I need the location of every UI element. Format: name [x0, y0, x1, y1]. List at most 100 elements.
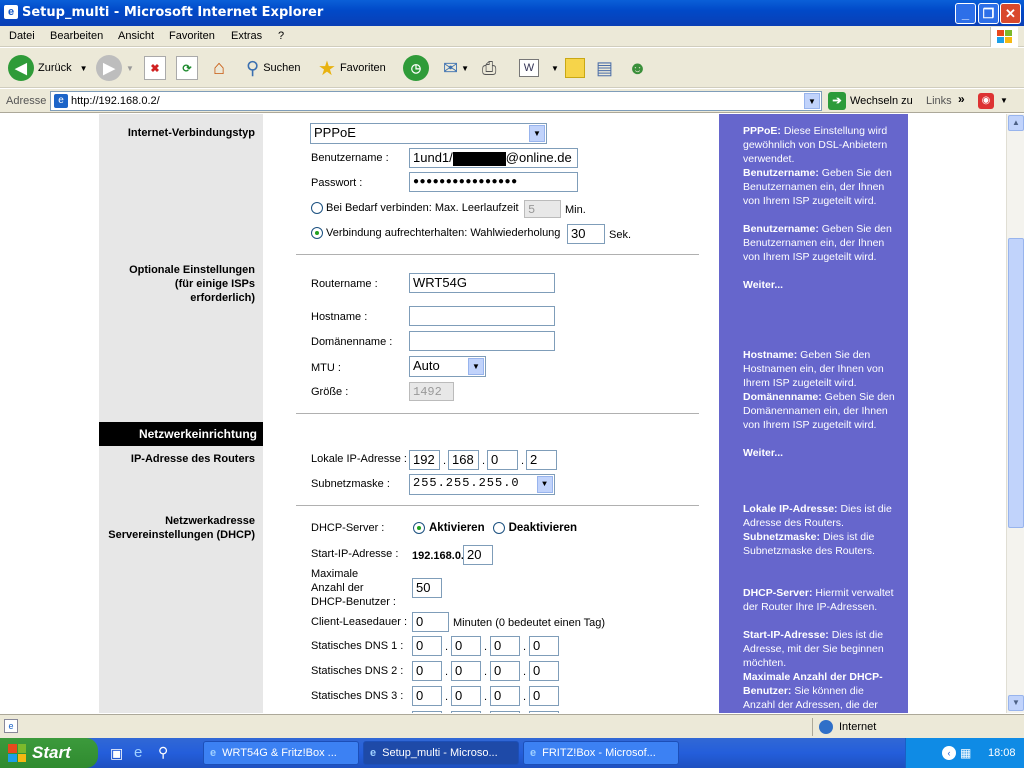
- content-right-margin: [699, 114, 719, 713]
- dot-sep: .: [443, 455, 447, 467]
- menu-favoriten[interactable]: Favoriten: [169, 30, 215, 42]
- back-button[interactable]: ◀ Zurück ▼: [8, 54, 88, 82]
- ondemand-radio[interactable]: [311, 202, 323, 214]
- dns1-octet-2[interactable]: 0: [451, 636, 481, 656]
- window-title: Setup_multi - Microsoft Internet Explore…: [22, 5, 324, 20]
- dhcp-label-2: Servereinstellungen (DHCP): [108, 529, 255, 541]
- menu-help[interactable]: ?: [278, 30, 284, 42]
- chevron-right-icon[interactable]: »: [958, 92, 965, 106]
- task-setup-multi[interactable]: e Setup_multi - Microso...: [363, 741, 519, 765]
- scroll-up-button[interactable]: ▲: [1008, 115, 1024, 131]
- history-button[interactable]: ◷: [403, 54, 429, 82]
- search-quicklaunch-icon[interactable]: ⚲: [158, 744, 168, 761]
- mtu-select[interactable]: Auto ▼: [409, 356, 486, 377]
- network-icon[interactable]: ▦: [960, 746, 971, 760]
- dhcp-disable-radio[interactable]: [492, 522, 505, 534]
- research-button[interactable]: ▤: [596, 54, 613, 82]
- desktop-icon[interactable]: ▣: [110, 745, 123, 762]
- domain-input[interactable]: [409, 331, 555, 351]
- address-dropdown-button[interactable]: ▼: [804, 93, 820, 109]
- go-button[interactable]: ➔ Wechseln zu: [828, 92, 913, 110]
- dhcp-enable-radio[interactable]: [413, 522, 425, 534]
- task-wrt54g[interactable]: e WRT54G & Fritz!Box ...: [203, 741, 359, 765]
- max-users-label-1: Maximale: [311, 568, 359, 580]
- notes-button[interactable]: [565, 54, 585, 82]
- hostname-label: Hostname :: [311, 311, 368, 323]
- connection-type-select[interactable]: PPPoE ▼: [310, 123, 547, 144]
- ip-octet-2[interactable]: 168: [448, 450, 479, 470]
- dns1-octet-1[interactable]: 0: [412, 636, 442, 656]
- dns3-octet-1[interactable]: 0: [412, 686, 442, 706]
- help-hostname: Hostname: Geben Sie den Hostnamen ein, d…: [743, 348, 897, 390]
- restore-button[interactable]: ❐: [978, 3, 999, 24]
- menu-bearbeiten[interactable]: Bearbeiten: [50, 30, 103, 42]
- dns1-octet-3[interactable]: 0: [490, 636, 520, 656]
- dns1-octet-4[interactable]: 0: [529, 636, 559, 656]
- menu-ansicht[interactable]: Ansicht: [118, 30, 154, 42]
- history-icon: ◷: [403, 55, 429, 81]
- system-tray: ‹ ▦ 18:08: [905, 738, 1024, 768]
- forward-button[interactable]: ▶ ▼: [96, 54, 134, 82]
- start-button[interactable]: Start: [0, 738, 98, 768]
- dns2-octet-2[interactable]: 0: [451, 661, 481, 681]
- username-input[interactable]: 1und1/ @online.de: [409, 148, 578, 168]
- edit-button[interactable]: W ▼: [519, 54, 559, 82]
- back-arrow-icon: ◀: [8, 55, 34, 81]
- help-more-link[interactable]: Weiter...: [743, 446, 897, 460]
- help-title: Benutzername:: [743, 223, 819, 235]
- dhcp-radio-group: Aktivieren Deaktivieren: [413, 522, 577, 534]
- refresh-button[interactable]: ⟳: [176, 54, 198, 82]
- scroll-down-button[interactable]: ▼: [1008, 695, 1024, 711]
- menu-extras[interactable]: Extras: [231, 30, 262, 42]
- subnet-select[interactable]: 255.255.255.0 ▼: [409, 474, 555, 495]
- mail-button[interactable]: ✉ ▼: [443, 54, 469, 82]
- partial-input[interactable]: [451, 711, 481, 713]
- chevron-down-icon[interactable]: ▼: [1000, 96, 1008, 105]
- ip-octet-1[interactable]: 192: [409, 450, 440, 470]
- dns3-octet-3[interactable]: 0: [490, 686, 520, 706]
- addon-icon[interactable]: ◉: [978, 93, 994, 109]
- ip-octet-3[interactable]: 0: [487, 450, 518, 470]
- password-input[interactable]: ●●●●●●●●●●●●●●●●: [409, 172, 578, 192]
- redial-input[interactable]: 30: [567, 224, 605, 244]
- favorites-button[interactable]: ★ Favoriten: [318, 54, 386, 82]
- partial-input[interactable]: [529, 711, 559, 713]
- address-input[interactable]: e http://192.168.0.2/ ▼: [50, 91, 822, 111]
- ip-octet-4[interactable]: 2: [526, 450, 557, 470]
- links-label[interactable]: Links: [926, 95, 952, 107]
- dns2-octet-3[interactable]: 0: [490, 661, 520, 681]
- task-fritzbox[interactable]: e FRITZ!Box - Microsof...: [523, 741, 679, 765]
- start-ip-input[interactable]: 20: [463, 545, 493, 565]
- close-button[interactable]: ✕: [1000, 3, 1021, 24]
- menu-datei[interactable]: Datei: [9, 30, 35, 42]
- address-label: Adresse: [6, 95, 47, 107]
- routername-input[interactable]: WRT54G: [409, 273, 555, 293]
- chevron-left-icon[interactable]: ‹: [942, 746, 956, 760]
- left-label-column: Internet-Verbindungstyp Optionale Einste…: [99, 114, 263, 713]
- dns2-octet-1[interactable]: 0: [412, 661, 442, 681]
- keepalive-radio[interactable]: [311, 227, 323, 239]
- dns2-octet-4[interactable]: 0: [529, 661, 559, 681]
- messenger-button[interactable]: ☻: [628, 54, 647, 82]
- dns3-octet-2[interactable]: 0: [451, 686, 481, 706]
- help-more-link[interactable]: Weiter...: [743, 278, 897, 292]
- scroll-thumb[interactable]: [1008, 238, 1024, 528]
- vertical-scrollbar[interactable]: ▲ ▼: [1006, 114, 1024, 713]
- max-users-input[interactable]: 50: [412, 578, 442, 598]
- home-button[interactable]: ⌂: [207, 54, 231, 82]
- username-suffix: @online.de: [505, 150, 572, 165]
- hostname-input[interactable]: [409, 306, 555, 326]
- stop-button[interactable]: ✖: [144, 54, 166, 82]
- lease-input[interactable]: 0: [412, 612, 449, 632]
- minimize-button[interactable]: _: [955, 3, 976, 24]
- partial-input[interactable]: [490, 711, 520, 713]
- search-button[interactable]: ⚲ Suchen: [246, 54, 301, 82]
- idle-time-input[interactable]: 5: [524, 200, 561, 218]
- print-button[interactable]: ⎙: [482, 54, 496, 82]
- partial-input[interactable]: [412, 711, 442, 713]
- ie-quicklaunch-icon[interactable]: e: [134, 744, 142, 761]
- dot-sep: .: [484, 666, 488, 678]
- task-label: Setup_multi - Microso...: [382, 747, 498, 759]
- dns3-octet-4[interactable]: 0: [529, 686, 559, 706]
- mtu-size-input[interactable]: 1492: [409, 382, 454, 401]
